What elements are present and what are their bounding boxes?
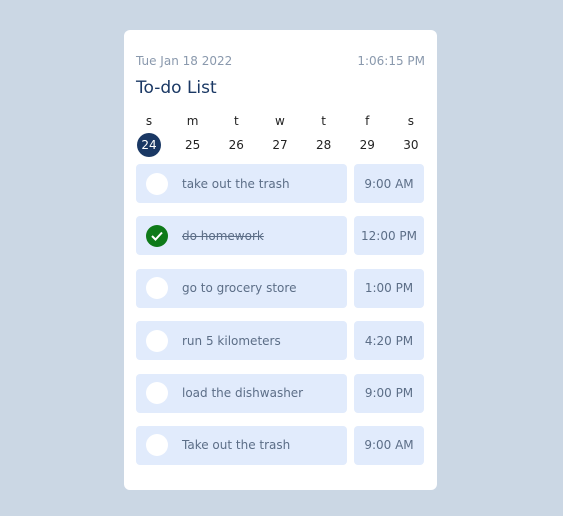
header-meta: Tue Jan 18 2022 1:06:15 PM: [136, 54, 425, 68]
day-letter: s: [407, 114, 415, 128]
task-time[interactable]: 9:00 AM: [354, 164, 424, 203]
task-time[interactable]: 9:00 AM: [354, 425, 424, 465]
day-6[interactable]: s 30: [398, 114, 424, 157]
day-number: 24: [137, 133, 161, 157]
task-row: Take out the trash 9:00 AM: [136, 425, 424, 465]
task-checkbox[interactable]: [146, 382, 168, 405]
task-label: go to grocery store: [182, 281, 297, 296]
task-row: go to grocery store 1:00 PM: [136, 268, 424, 308]
task-label: take out the trash: [182, 176, 290, 191]
day-letter: w: [275, 114, 285, 128]
task-checkbox[interactable]: [146, 172, 168, 195]
day-3[interactable]: w 27: [267, 114, 293, 157]
task-label: do homework: [182, 228, 264, 243]
day-number: 29: [359, 138, 375, 152]
task-row: take out the trash 9:00 AM: [136, 164, 424, 203]
week-strip: s 24 m 25 t 26 w 27 t 28 f 29 s 30: [136, 114, 424, 157]
task-label: run 5 kilometers: [182, 333, 281, 348]
task-label: Take out the trash: [182, 438, 291, 453]
day-letter: t: [321, 114, 326, 128]
task-time[interactable]: 4:20 PM: [354, 321, 424, 361]
day-letter: s: [145, 114, 153, 128]
task-item[interactable]: load the dishwasher: [136, 373, 347, 413]
todo-card: Tue Jan 18 2022 1:06:15 PM To-do List s …: [124, 30, 437, 490]
task-item[interactable]: take out the trash: [136, 164, 347, 203]
day-4[interactable]: t 28: [311, 114, 337, 157]
day-5[interactable]: f 29: [354, 114, 380, 157]
task-time[interactable]: 9:00 PM: [354, 373, 424, 413]
day-2[interactable]: t 26: [223, 114, 249, 157]
day-number: 25: [185, 138, 201, 152]
task-checkbox[interactable]: [146, 434, 168, 457]
task-row: do homework 12:00 PM: [136, 216, 424, 256]
task-checkbox[interactable]: [146, 329, 168, 352]
task-item[interactable]: do homework: [136, 216, 347, 256]
day-0[interactable]: s 24: [136, 114, 162, 157]
current-date: Tue Jan 18 2022: [136, 54, 233, 68]
task-time[interactable]: 12:00 PM: [354, 216, 424, 256]
day-1[interactable]: m 25: [180, 114, 206, 157]
task-checkbox[interactable]: [146, 277, 168, 300]
check-icon: [151, 231, 163, 241]
task-row: load the dishwasher 9:00 PM: [136, 373, 424, 413]
task-item[interactable]: run 5 kilometers: [136, 321, 347, 361]
task-time[interactable]: 1:00 PM: [354, 268, 424, 308]
current-time: 1:06:15 PM: [357, 54, 425, 68]
task-item[interactable]: go to grocery store: [136, 268, 347, 308]
task-label: load the dishwasher: [182, 386, 304, 401]
task-checkbox[interactable]: [146, 224, 168, 247]
day-number: 28: [315, 138, 332, 152]
day-number: 27: [272, 138, 288, 152]
task-row: run 5 kilometers 4:20 PM: [136, 321, 424, 361]
day-number: 30: [403, 138, 419, 152]
day-letter: f: [365, 114, 370, 128]
page-title: To-do List: [136, 78, 217, 98]
day-letter: t: [233, 114, 239, 128]
task-list: take out the trash 9:00 AM do homework 1…: [136, 164, 424, 478]
day-number: 26: [228, 138, 244, 152]
task-item[interactable]: Take out the trash: [136, 425, 347, 465]
day-letter: m: [186, 114, 199, 128]
